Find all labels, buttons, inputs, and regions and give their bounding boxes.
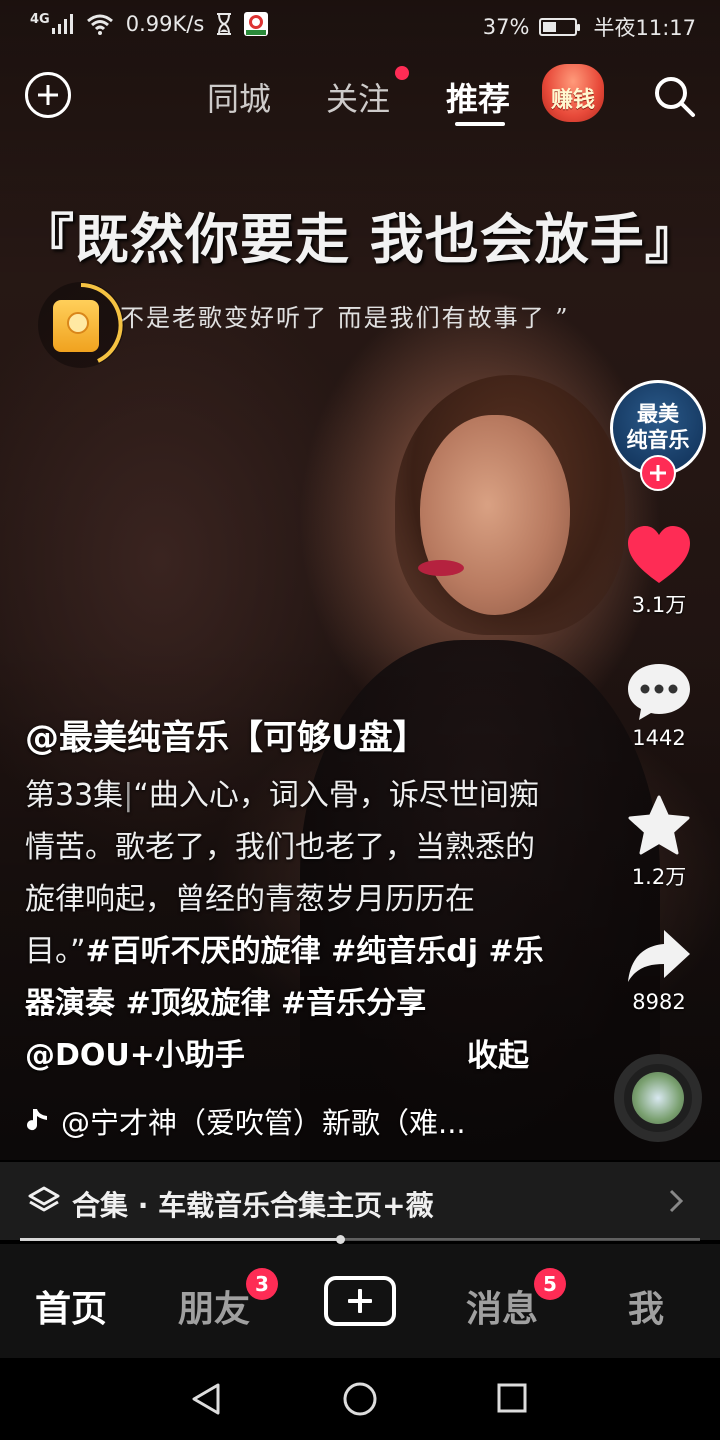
chevron-right-icon xyxy=(669,1189,684,1213)
home-icon[interactable] xyxy=(342,1381,378,1417)
follow-button[interactable] xyxy=(640,455,676,491)
share-button[interactable]: 8982 xyxy=(614,928,704,1014)
recents-icon[interactable] xyxy=(496,1382,528,1414)
post-description[interactable]: 第33集|“曲入心，词入骨，诉尽世间痴情苦。歌老了，我们也老了，当熟悉的旋律响起… xyxy=(25,770,545,1082)
episode-separator: | xyxy=(123,778,134,813)
network-speed: 0.99K/s xyxy=(125,12,205,36)
music-info[interactable]: @宁才神（爱吹管）新歌（难... xyxy=(25,1100,466,1142)
episode-label: 第33集 xyxy=(25,778,124,813)
music-note-icon xyxy=(27,1109,47,1131)
nav-home[interactable]: 首页 xyxy=(35,1280,107,1332)
earn-money-label: 赚钱 xyxy=(550,88,595,113)
author-name[interactable]: @最美纯音乐【可够U盘】 xyxy=(25,710,427,759)
coin-reward-widget[interactable] xyxy=(38,282,124,368)
heart-icon xyxy=(628,526,690,583)
music-title: @宁才神（爱吹管）新歌（难... xyxy=(61,1106,466,1140)
like-count: 3.1万 xyxy=(631,593,687,617)
video-progress-knob[interactable] xyxy=(335,1235,345,1244)
nav-messages[interactable]: 消息 xyxy=(466,1280,538,1332)
comment-button[interactable]: 1442 xyxy=(614,662,704,750)
add-icon[interactable] xyxy=(25,72,71,118)
search-icon[interactable] xyxy=(652,74,696,118)
app-notification-icon xyxy=(244,12,269,36)
share-count: 8982 xyxy=(632,990,686,1014)
status-bar: 4G 0.99K/s 37% 半夜11:17 xyxy=(0,0,720,50)
bottom-nav: 首页 朋友 3 消息 5 我 xyxy=(0,1244,720,1358)
favorite-count: 1.2万 xyxy=(631,865,687,889)
collapse-button[interactable]: 收起 xyxy=(467,1030,529,1082)
star-icon xyxy=(628,795,690,855)
video-caption-subtitle: 不是老歌变好听了 而是我们有故事了 ” xyxy=(120,304,570,332)
comment-icon xyxy=(628,664,690,720)
music-disc[interactable] xyxy=(614,1054,702,1142)
favorite-button[interactable]: 1.2万 xyxy=(614,795,704,891)
comment-count: 1442 xyxy=(632,726,686,750)
tab-local[interactable]: 同城 xyxy=(207,74,271,120)
avatar-text-line1: 最美 xyxy=(637,401,679,426)
layers-icon xyxy=(28,1186,60,1212)
share-arrow-icon xyxy=(628,930,690,982)
avatar-text-line2: 纯音乐 xyxy=(626,427,690,452)
create-button[interactable] xyxy=(324,1276,396,1326)
video-progress-bar[interactable] xyxy=(20,1235,700,1244)
top-nav: 同城 关注 推荐 赚钱 xyxy=(0,60,720,130)
nav-friends[interactable]: 朋友 xyxy=(178,1280,250,1332)
friends-badge: 3 xyxy=(246,1268,278,1300)
collection-bar[interactable]: 合集 · 车载音乐合集主页+薇 xyxy=(0,1162,720,1240)
hourglass-icon xyxy=(217,13,232,35)
system-nav-bar xyxy=(0,1358,720,1440)
post-hashtags[interactable]: #百听不厌的旋律 #纯音乐dj #乐器演奏 #顶级旋律 #音乐分享 @DOU+小… xyxy=(25,934,544,1073)
music-cover xyxy=(632,1072,684,1124)
earn-money-button[interactable]: 赚钱 xyxy=(542,64,604,122)
messages-badge: 5 xyxy=(534,1268,566,1300)
signal-icon xyxy=(51,14,73,34)
tab-recommend[interactable]: 推荐 xyxy=(446,74,510,120)
wifi-icon xyxy=(86,14,113,35)
nav-me[interactable]: 我 xyxy=(628,1280,664,1332)
video-progress-fill xyxy=(20,1238,340,1241)
like-button[interactable]: 3.1万 xyxy=(614,525,704,619)
following-notification-dot xyxy=(395,66,409,80)
battery-icon xyxy=(539,18,581,36)
collection-label: 合集 · 车载音乐合集主页+薇 xyxy=(72,1189,434,1222)
red-envelope-icon xyxy=(53,300,99,352)
battery-level-fill xyxy=(543,22,557,32)
tab-following[interactable]: 关注 xyxy=(326,74,390,120)
battery-percent: 37% xyxy=(482,15,530,39)
network-type: 4G xyxy=(30,11,50,27)
video-caption-title: 『既然你要走 我也会放手』 xyxy=(20,207,700,271)
active-tab-indicator xyxy=(455,122,505,126)
clock: 半夜11:17 xyxy=(593,16,696,40)
back-icon[interactable] xyxy=(190,1382,222,1416)
